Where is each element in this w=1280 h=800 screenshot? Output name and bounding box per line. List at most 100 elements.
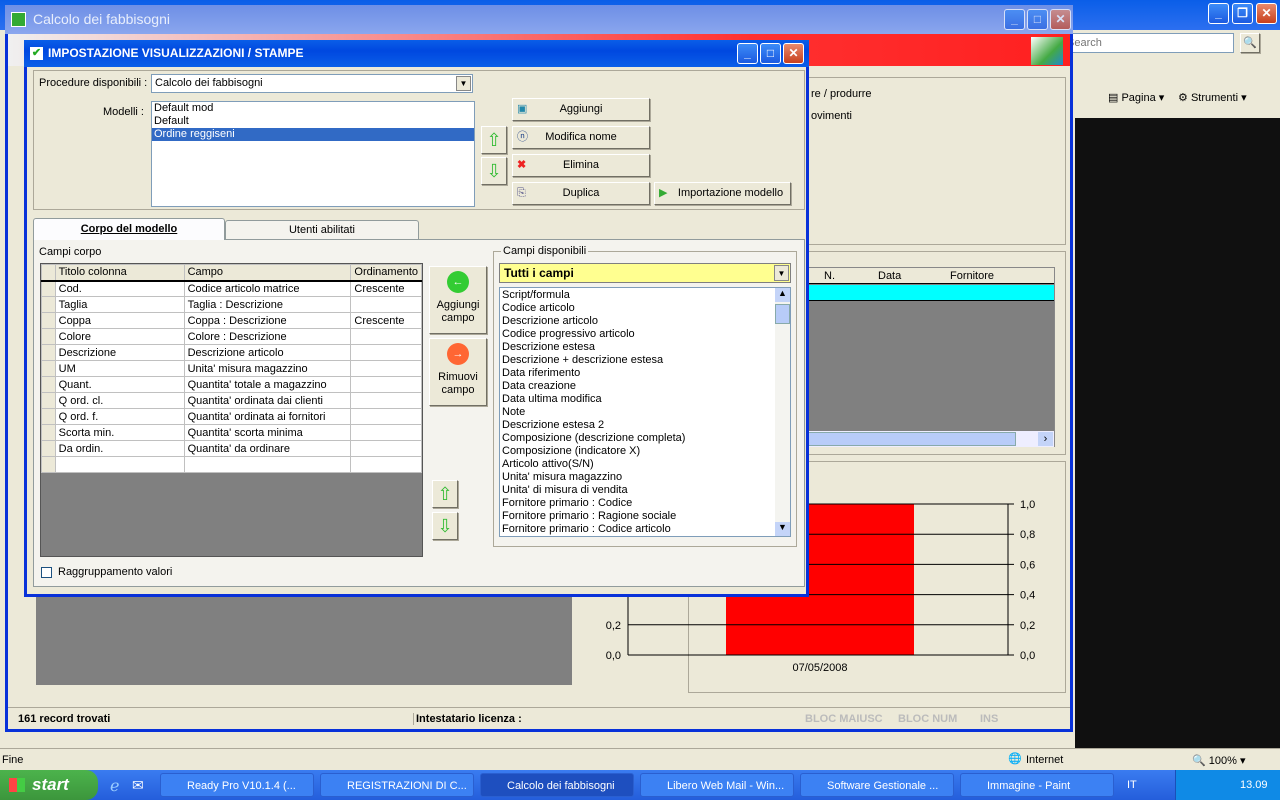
- browser-close-button[interactable]: ✕: [1256, 3, 1277, 24]
- vertical-scrollbar[interactable]: ▲ ▼: [775, 288, 790, 536]
- duplicate-model-button[interactable]: ⎘ Duplica: [512, 182, 650, 205]
- available-field-item[interactable]: Fornitore primario : Ragione sociale: [500, 510, 790, 523]
- model-item[interactable]: Default: [152, 115, 474, 128]
- table-cell[interactable]: [350, 408, 422, 425]
- column-header[interactable]: Titolo colonna: [54, 264, 185, 282]
- table-cell[interactable]: Crescente: [350, 312, 422, 329]
- available-field-item[interactable]: Descrizione articolo: [500, 315, 790, 328]
- taskbar-item[interactable]: REGISTRAZIONI DI C...: [320, 773, 474, 797]
- fields-filter-select[interactable]: Tutti i campi ▼: [499, 263, 791, 283]
- table-row[interactable]: Quant. Quantita' totale a magazzino: [41, 376, 422, 393]
- available-field-item[interactable]: Unita' di misura di vendita: [500, 484, 790, 497]
- available-field-item[interactable]: Codice articolo: [500, 302, 790, 315]
- available-field-item[interactable]: Script/formula: [500, 289, 790, 302]
- available-field-item[interactable]: Data ultima modifica: [500, 393, 790, 406]
- search-button[interactable]: 🔍: [1240, 33, 1260, 53]
- available-field-item[interactable]: Descrizione estesa 2: [500, 419, 790, 432]
- tab-users[interactable]: Utenti abilitati: [225, 220, 419, 240]
- available-fields-list[interactable]: Script/formula Codice articolo Descrizione…: [499, 287, 791, 537]
- row-selector[interactable]: [41, 328, 56, 345]
- group-values-checkbox[interactable]: [41, 567, 52, 578]
- table-cell[interactable]: [350, 328, 422, 345]
- results-grid[interactable]: N. Data Fornitore ›: [803, 267, 1055, 447]
- table-cell[interactable]: [350, 424, 422, 441]
- column-header[interactable]: Ordinamento: [350, 264, 422, 282]
- app-maximize-button[interactable]: □: [1027, 9, 1048, 30]
- outlook-quicklaunch-icon[interactable]: ✉: [132, 777, 144, 794]
- table-cell[interactable]: Quant.: [54, 376, 185, 393]
- row-selector[interactable]: [41, 408, 56, 425]
- table-cell[interactable]: Unita' misura magazzino: [183, 360, 352, 377]
- models-list[interactable]: Default mod Default Ordine reggiseni: [151, 101, 475, 207]
- table-row[interactable]: Scorta min. Quantita' scorta minima: [41, 424, 422, 441]
- row-selector[interactable]: [41, 360, 56, 377]
- dialog-minimize-button[interactable]: _: [737, 43, 758, 64]
- row-selector[interactable]: [41, 312, 56, 329]
- selected-row[interactable]: [804, 285, 1054, 301]
- dialog-close-button[interactable]: ✕: [783, 43, 804, 64]
- table-cell[interactable]: Codice articolo matrice: [183, 280, 352, 297]
- tools-menu[interactable]: ⚙ Strumenti ▾: [1178, 91, 1247, 104]
- browser-maximize-button[interactable]: ❐: [1232, 3, 1253, 24]
- table-cell[interactable]: Quantita' ordinata dai clienti: [183, 392, 352, 409]
- browser-search-input[interactable]: [1062, 33, 1234, 53]
- table-cell[interactable]: [350, 344, 422, 361]
- table-row[interactable]: Q ord. cl. Quantita' ordinata dai clienti: [41, 392, 422, 409]
- available-field-item[interactable]: Fornitore primario : Codice articolo: [500, 523, 790, 536]
- row-selector[interactable]: [41, 376, 56, 393]
- add-model-button[interactable]: ▣ Aggiungi: [512, 98, 650, 121]
- available-field-item[interactable]: Codice progressivo articolo: [500, 328, 790, 341]
- table-cell[interactable]: Q ord. f.: [54, 408, 185, 425]
- page-menu[interactable]: ▤ Pagina ▾: [1108, 91, 1164, 104]
- dialog-maximize-button[interactable]: □: [760, 43, 781, 64]
- available-field-item[interactable]: Data riferimento: [500, 367, 790, 380]
- available-field-item[interactable]: Composizione (indicatore X): [500, 445, 790, 458]
- column-header[interactable]: N.: [824, 270, 835, 282]
- row-selector[interactable]: [41, 456, 56, 473]
- rename-model-button[interactable]: ⓝ Modifica nome: [512, 126, 650, 149]
- move-field-up-button[interactable]: ⇧: [432, 480, 458, 508]
- table-row[interactable]: Colore Colore : Descrizione: [41, 328, 422, 345]
- table-cell[interactable]: [350, 376, 422, 393]
- taskbar-item[interactable]: Ready Pro V10.1.4 (...: [160, 773, 314, 797]
- table-row[interactable]: Descrizione Descrizione articolo: [41, 344, 422, 361]
- row-selector[interactable]: [41, 392, 56, 409]
- body-fields-grid[interactable]: Titolo colonna Campo Ordinamento Cod. Codice…: [40, 263, 423, 557]
- taskbar-item[interactable]: Software Gestionale ...: [800, 773, 954, 797]
- available-field-item[interactable]: Descrizione estesa: [500, 341, 790, 354]
- table-cell[interactable]: [350, 296, 422, 313]
- table-cell[interactable]: UM: [54, 360, 185, 377]
- table-cell[interactable]: Colore: [54, 328, 185, 345]
- row-selector[interactable]: [41, 296, 56, 313]
- table-cell[interactable]: Quantita' totale a magazzino: [183, 376, 352, 393]
- scrollbar-thumb[interactable]: [775, 304, 790, 324]
- available-field-item[interactable]: Articolo attivo(S/N): [500, 458, 790, 471]
- app-close-button[interactable]: ✕: [1050, 9, 1071, 30]
- column-header[interactable]: Campo: [183, 264, 352, 282]
- table-cell[interactable]: Descrizione: [54, 344, 185, 361]
- browser-minimize-button[interactable]: _: [1208, 3, 1229, 24]
- app-minimize-button[interactable]: _: [1004, 9, 1025, 30]
- delete-model-button[interactable]: ✖ Elimina: [512, 154, 650, 177]
- table-cell[interactable]: Da ordin.: [54, 440, 185, 457]
- horizontal-scrollbar[interactable]: ›: [804, 431, 1054, 447]
- table-cell[interactable]: Q ord. cl.: [54, 392, 185, 409]
- table-cell[interactable]: [350, 440, 422, 457]
- zoom-control[interactable]: 🔍 100% ▾: [1192, 754, 1245, 767]
- column-header[interactable]: Data: [878, 270, 901, 282]
- table-cell[interactable]: [350, 360, 422, 377]
- scroll-up-button[interactable]: ▲: [775, 288, 790, 302]
- row-selector[interactable]: [41, 280, 56, 297]
- move-model-up-button[interactable]: ⇧: [481, 126, 507, 154]
- table-cell[interactable]: Scorta min.: [54, 424, 185, 441]
- move-model-down-button[interactable]: ⇩: [481, 157, 507, 185]
- table-cell[interactable]: Coppa : Descrizione: [183, 312, 352, 329]
- column-header[interactable]: Fornitore: [950, 270, 994, 282]
- body-fields-table[interactable]: Titolo colonna Campo Ordinamento Cod. Codice…: [41, 264, 422, 473]
- scrollbar-thumb[interactable]: [804, 432, 1016, 446]
- start-button[interactable]: start: [0, 770, 98, 800]
- row-selector[interactable]: [41, 440, 56, 457]
- table-cell[interactable]: Quantita' da ordinare: [183, 440, 352, 457]
- table-cell[interactable]: [350, 392, 422, 409]
- model-item[interactable]: Ordine reggiseni: [152, 128, 474, 141]
